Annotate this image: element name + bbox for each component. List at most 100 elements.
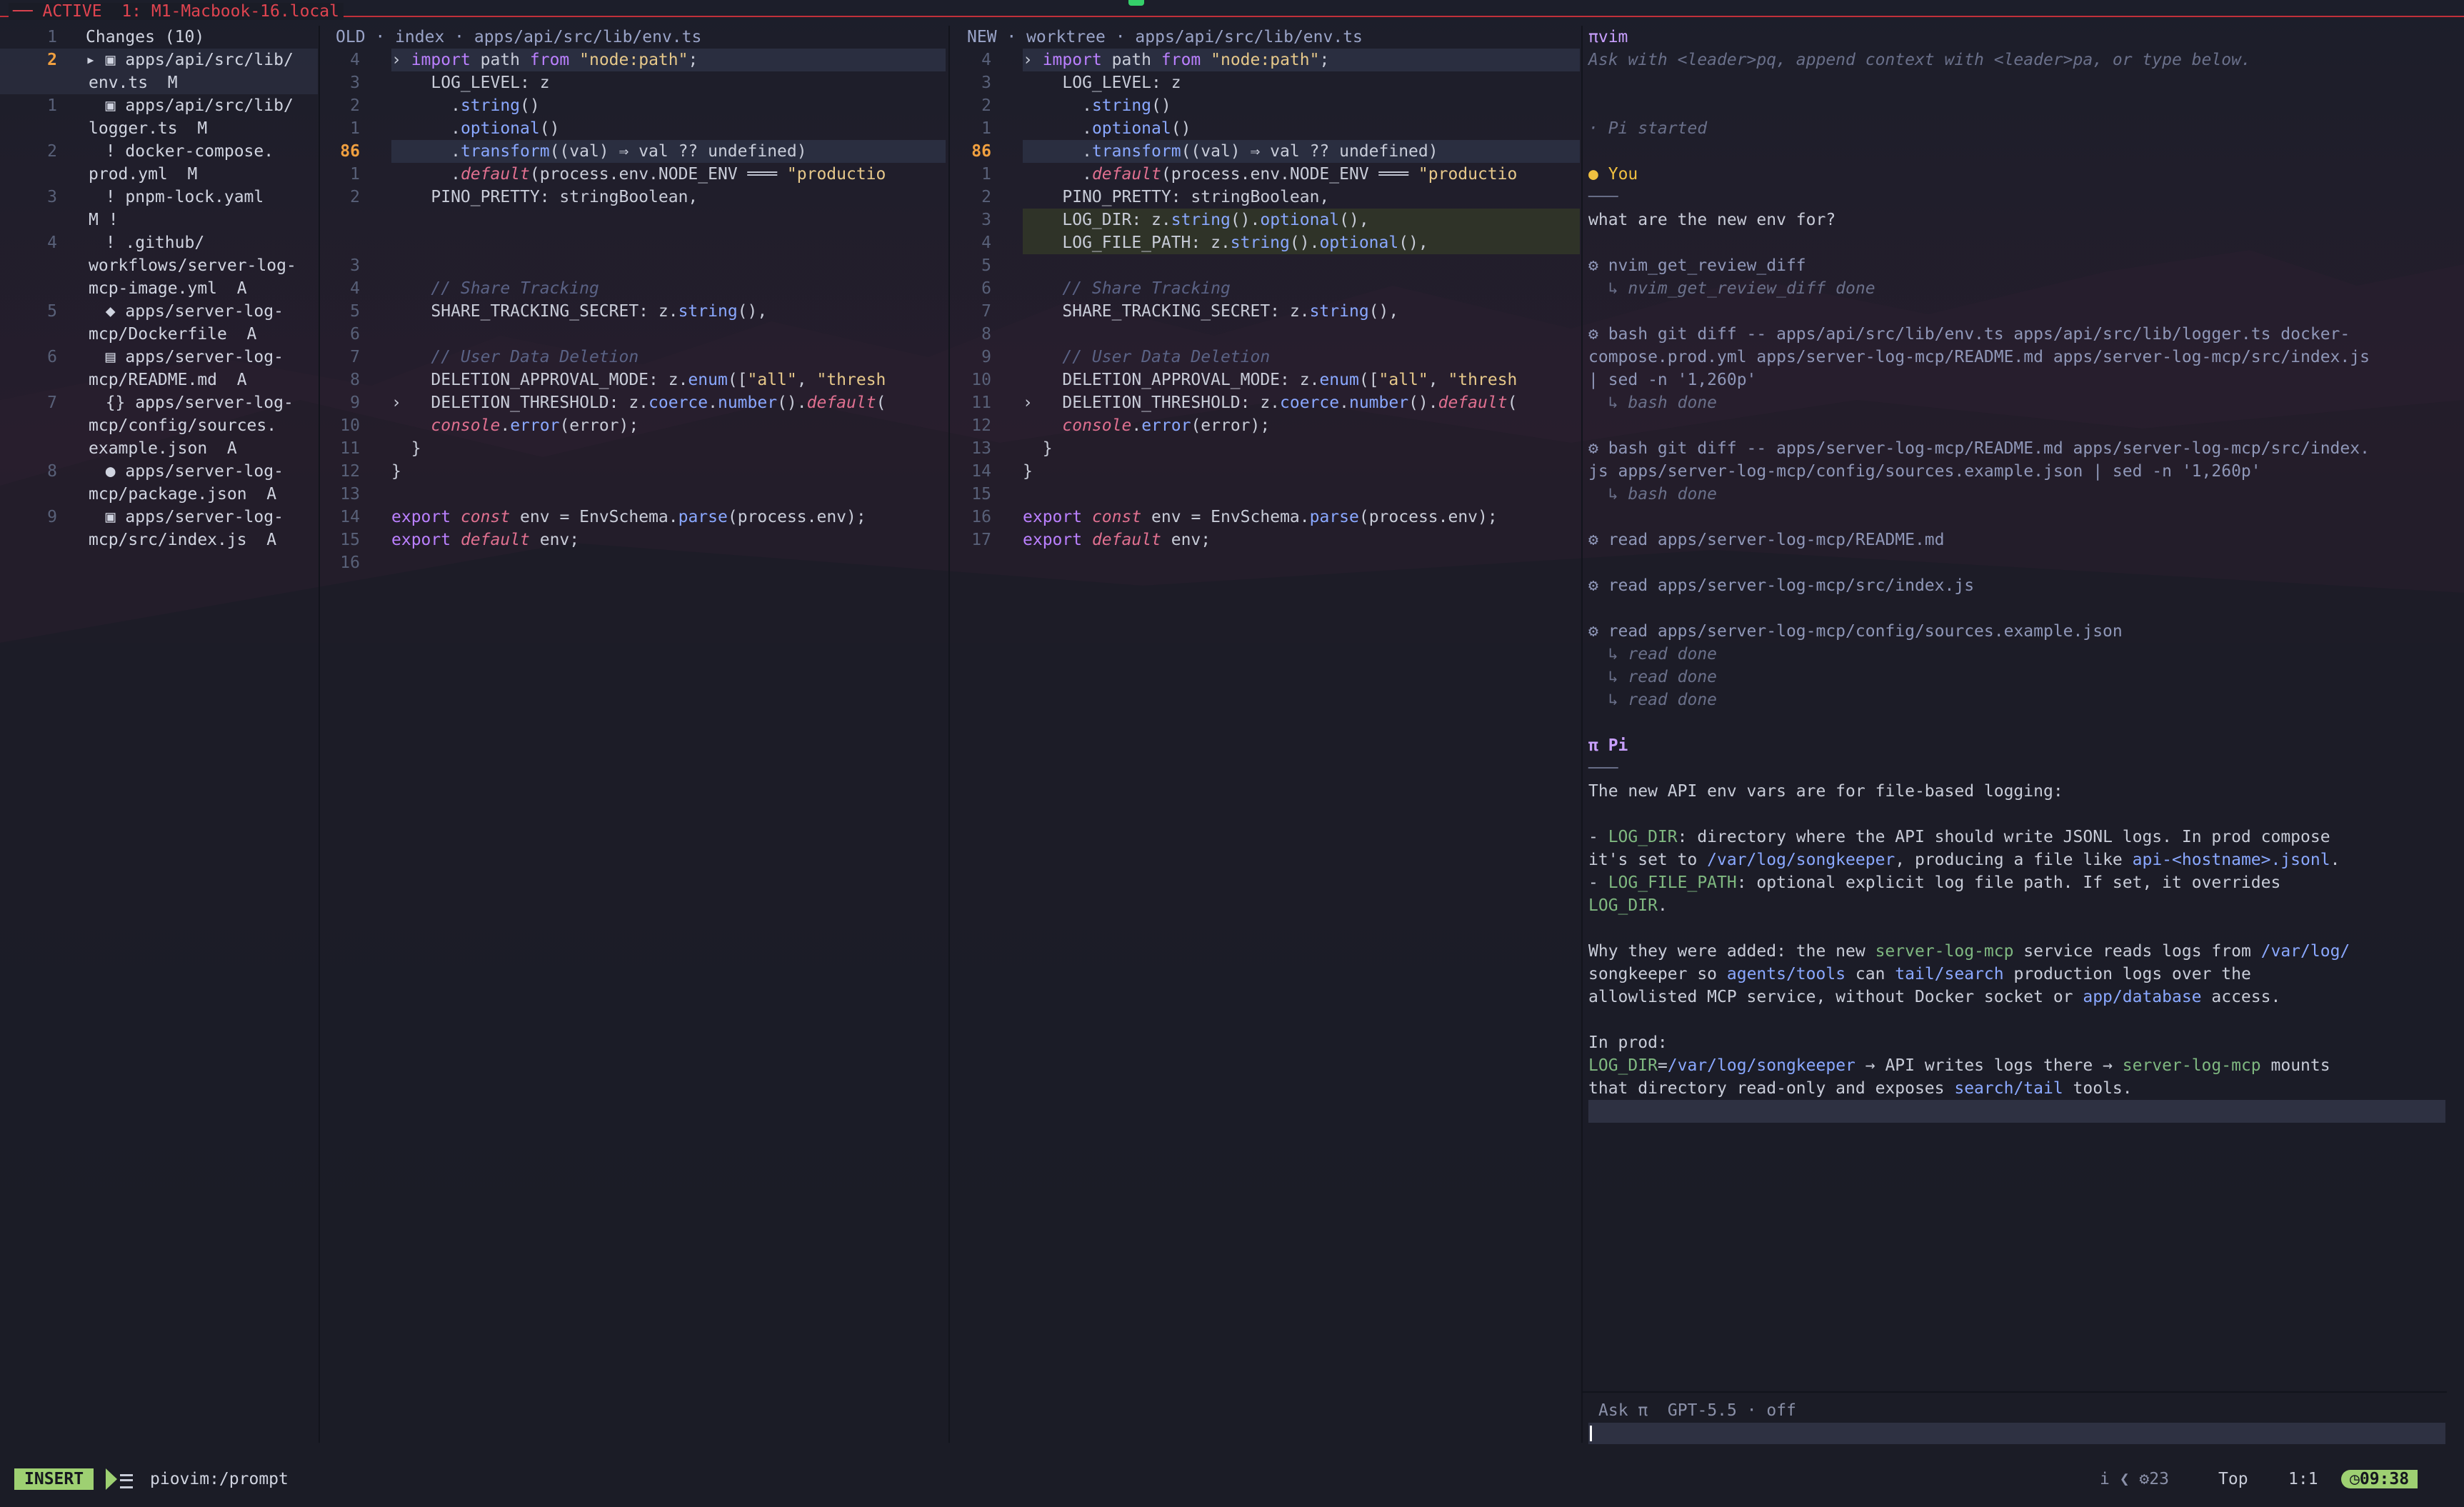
tree-item[interactable]: 4 ! .github/ — [0, 231, 318, 254]
code-line[interactable]: 14} — [951, 460, 1580, 483]
code-line[interactable]: 5 — [951, 254, 1580, 277]
tree-item[interactable]: 8 ● apps/server-log- — [0, 460, 318, 483]
pi-chat-pane[interactable]: πvim Ask with <leader>pq, append context … — [1588, 26, 2453, 1383]
code-text: .transform((val) ⇒ val ?? undefined) — [1023, 140, 1580, 163]
code-line[interactable]: 12 console.error(error); — [951, 414, 1580, 437]
chat-line: The new API env vars are for file-based … — [1588, 782, 2063, 801]
tree-item-continuation[interactable]: env.ts M — [0, 71, 318, 94]
chat-line: it's set to /var/log/songkeeper, produci… — [1588, 851, 2340, 869]
code-line[interactable]: 1 .optional() — [320, 117, 946, 140]
code-line[interactable]: 15 export default env; — [320, 529, 946, 551]
code-line[interactable]: 7 // User Data Deletion — [320, 346, 946, 369]
old-diff-pane[interactable]: OLD · index · apps/api/src/lib/env.ts 4 › … — [320, 26, 946, 1454]
code-line[interactable]: 9 › DELETION_THRESHOLD: z.coerce.number()… — [320, 391, 946, 414]
code-line[interactable]: 2 PINO_PRETTY: stringBoolean, — [951, 186, 1580, 209]
line-number: 3 — [350, 256, 360, 275]
code-line[interactable]: 86 .transform((val) ⇒ val ?? undefined) — [320, 140, 946, 163]
chat-line: ⚙ bash git diff -- apps/api/src/lib/env.… — [1588, 325, 2350, 344]
tree-item-continuation[interactable]: mcp/Dockerfile A — [0, 323, 318, 346]
code-line[interactable]: 13 — [320, 483, 946, 506]
code-line[interactable]: 3 — [320, 254, 946, 277]
code-line[interactable]: 7 SHARE_TRACKING_SECRET: z.string(), — [951, 300, 1580, 323]
tree-item-continuation[interactable]: example.json A — [0, 437, 318, 460]
code-line[interactable] — [320, 209, 946, 231]
code-line[interactable]: 12} — [320, 460, 946, 483]
code-line[interactable]: 4 LOG_FILE_PATH: z.string().optional(), — [951, 231, 1580, 254]
chat-line: that directory read-only and exposes sea… — [1588, 1079, 2133, 1098]
tree-item-continuation[interactable]: mcp/src/index.js A — [0, 529, 318, 551]
code-line[interactable]: 4 › import path from "node:path"; — [951, 49, 1580, 71]
tree-item-continuation[interactable]: mcp/config/sources. — [0, 414, 318, 437]
changes-tree[interactable]: 1 Changes (10) 2 ▸ ▣ apps/api/src/lib/env.t… — [0, 26, 318, 1454]
chat-line: ⚙ nvim_get_review_diff — [1588, 256, 1806, 275]
code-line[interactable]: 8 DELETION_APPROVAL_MODE: z.enum(["all",… — [320, 369, 946, 391]
chat-cursor-line — [1588, 1100, 2445, 1123]
chat-line: LOG_DIR. — [1588, 896, 1668, 915]
code-line[interactable]: 2 .string() — [320, 94, 946, 117]
file-path: ● apps/server-log- — [86, 462, 284, 481]
code-text: LOG_FILE_PATH: z.string().optional(), — [1023, 231, 1580, 254]
line-number: 2 — [350, 188, 360, 206]
code-line[interactable]: 6 // Share Tracking — [951, 277, 1580, 300]
tree-item[interactable]: 1 ▣ apps/api/src/lib/ — [0, 94, 318, 117]
code-line[interactable]: 14 export const env = EnvSchema.parse(pro… — [320, 506, 946, 529]
code-text: DELETION_APPROVAL_MODE: z.enum(["all", "… — [391, 371, 886, 389]
tree-item[interactable]: 6 ▤ apps/server-log- — [0, 346, 318, 369]
code-line[interactable]: 8 — [951, 323, 1580, 346]
tree-item-continuation[interactable]: logger.ts M — [0, 117, 318, 140]
chat-line: · Pi started — [1588, 119, 1708, 138]
file-path-continuation: mcp/README.md A — [89, 371, 247, 389]
tree-item-continuation[interactable]: mcp-image.yml A — [0, 277, 318, 300]
code-text: // User Data Deletion — [391, 348, 639, 366]
code-line[interactable]: 1 .optional() — [951, 117, 1580, 140]
code-line[interactable]: 16 — [320, 551, 946, 574]
file-path: ! docker-compose. — [86, 142, 274, 161]
code-line[interactable] — [320, 231, 946, 254]
tree-item-continuation[interactable]: workflows/server-log- — [0, 254, 318, 277]
tree-item[interactable]: 7 {} apps/server-log- — [0, 391, 318, 414]
tree-item-continuation[interactable]: M ! — [0, 209, 318, 231]
code-line[interactable]: 3 LOG_LEVEL: z — [320, 71, 946, 94]
code-line[interactable]: 15 — [951, 483, 1580, 506]
line-number: 4 — [981, 234, 991, 252]
code-line[interactable]: 3 LOG_LEVEL: z — [951, 71, 1580, 94]
code-line[interactable]: 13 } — [951, 437, 1580, 460]
tree-item[interactable]: 5 ◆ apps/server-log- — [0, 300, 318, 323]
code-line[interactable]: 11 › DELETION_THRESHOLD: z.coerce.number(… — [951, 391, 1580, 414]
line-number: 7 — [350, 348, 360, 366]
tree-item[interactable]: 3 ! pnpm-lock.yaml — [0, 186, 318, 209]
tree-item[interactable]: 9 ▣ apps/server-log- — [0, 506, 318, 529]
code-line[interactable]: 86 .transform((val) ⇒ val ?? undefined) — [951, 140, 1580, 163]
code-line[interactable]: 1 .default(process.env.NODE_ENV ═══ "pro… — [320, 163, 946, 186]
chat-line: songkeeper so agents/tools can tail/sear… — [1588, 965, 2251, 983]
code-line[interactable]: 5 SHARE_TRACKING_SECRET: z.string(), — [320, 300, 946, 323]
code-text: console.error(error); — [1062, 416, 1271, 435]
tree-item[interactable]: 2 ▸ ▣ apps/api/src/lib/ — [0, 49, 318, 71]
pane-divider — [948, 26, 950, 1443]
chat-line — [1588, 231, 2453, 254]
code-line[interactable]: 3 LOG_DIR: z.string().optional(), — [951, 209, 1580, 231]
code-line[interactable]: 1 .default(process.env.NODE_ENV ═══ "pro… — [951, 163, 1580, 186]
prompt-input[interactable] — [1588, 1423, 2445, 1444]
new-diff-pane[interactable]: NEW · worktree · apps/api/src/lib/env.ts… — [951, 26, 1580, 1454]
tree-title: Changes (10) — [86, 28, 205, 46]
code-line[interactable]: 17 export default env; — [951, 529, 1580, 551]
tree-item-continuation[interactable]: mcp/README.md A — [0, 369, 318, 391]
code-line[interactable]: 10 console.error(error); — [320, 414, 946, 437]
tree-item[interactable]: 2 ! docker-compose. — [0, 140, 318, 163]
line-number: 2 — [981, 188, 991, 206]
code-line[interactable]: 6 — [320, 323, 946, 346]
code-line[interactable]: 4 // Share Tracking — [320, 277, 946, 300]
code-line[interactable]: 9 // User Data Deletion — [951, 346, 1580, 369]
code-line[interactable]: 2 PINO_PRETTY: stringBoolean, — [320, 186, 946, 209]
code-text: } — [1023, 462, 1033, 481]
code-line[interactable]: 11 } — [320, 437, 946, 460]
tree-item-continuation[interactable]: prod.yml M — [0, 163, 318, 186]
line-number: 12 — [971, 416, 991, 435]
tree-line-number: 1 — [47, 28, 57, 46]
code-line[interactable]: 10 DELETION_APPROVAL_MODE: z.enum(["all"… — [951, 369, 1580, 391]
code-line[interactable]: 16 export const env = EnvSchema.parse(pro… — [951, 506, 1580, 529]
tree-item-continuation[interactable]: mcp/package.json A — [0, 483, 318, 506]
code-line[interactable]: 4 › import path from "node:path"; — [320, 49, 946, 71]
code-line[interactable]: 2 .string() — [951, 94, 1580, 117]
